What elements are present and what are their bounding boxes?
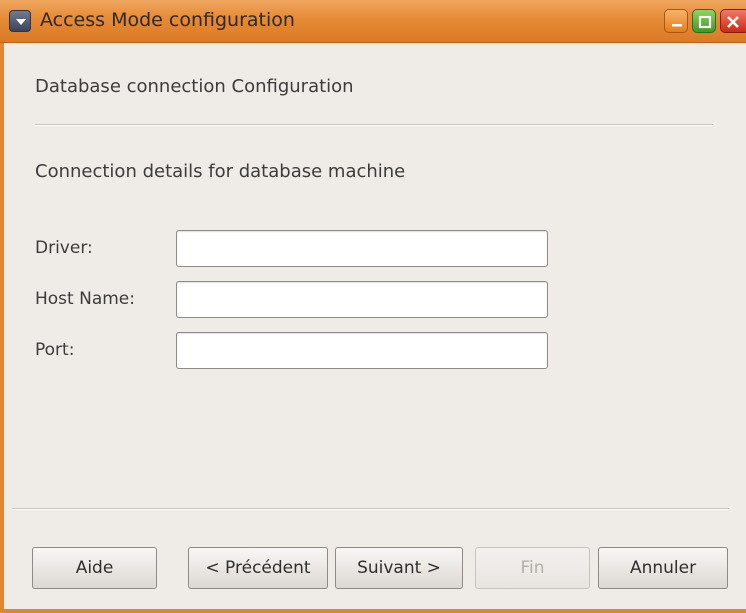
page-title: Database connection Configuration (35, 76, 354, 97)
port-input[interactable] (176, 332, 548, 369)
title-bar[interactable]: Access Mode configuration (0, 0, 746, 43)
section-subtitle: Connection details for database machine (35, 161, 406, 182)
driver-input[interactable] (176, 230, 548, 267)
maximize-button[interactable] (692, 9, 716, 33)
cancel-button[interactable]: Annuler (598, 547, 728, 589)
finish-button[interactable]: Fin (475, 547, 590, 589)
driver-label: Driver: (35, 238, 93, 258)
dialog-window: Access Mode configuration Database conne… (0, 0, 746, 613)
help-button[interactable]: Aide (32, 547, 157, 589)
next-button[interactable]: Suivant > (335, 547, 463, 589)
footer-separator (12, 508, 729, 510)
host-name-input[interactable] (176, 281, 548, 318)
minimize-button[interactable] (664, 9, 688, 33)
maximize-icon (698, 15, 712, 29)
host-name-label: Host Name: (35, 289, 135, 309)
close-icon (727, 16, 739, 28)
minimize-icon (672, 24, 682, 27)
port-label: Port: (35, 340, 75, 360)
chevron-down-icon (16, 19, 26, 25)
close-button[interactable] (720, 9, 746, 33)
window-title: Access Mode configuration (40, 9, 295, 31)
previous-button[interactable]: < Précédent (188, 547, 328, 589)
window-menu-button[interactable] (9, 10, 31, 32)
header-separator (35, 124, 713, 126)
